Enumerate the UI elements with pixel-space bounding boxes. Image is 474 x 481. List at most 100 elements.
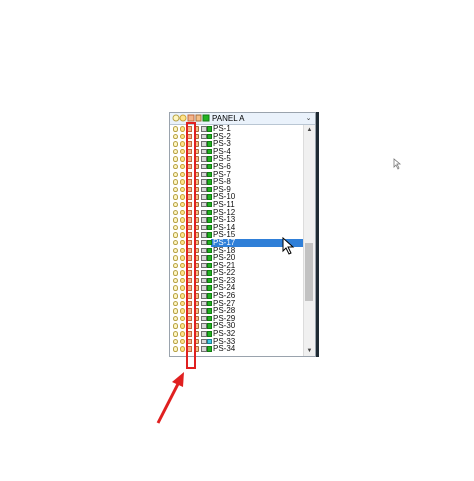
lightbulb-icon[interactable] (173, 293, 178, 299)
lightbulb-icon[interactable] (173, 331, 178, 337)
lightbulb-icon[interactable] (173, 270, 178, 276)
color-swatch-icon[interactable] (207, 163, 212, 170)
color-swatch-icon[interactable] (207, 262, 212, 269)
lightbulb-icon[interactable] (173, 156, 178, 162)
sun-icon[interactable] (180, 255, 185, 261)
color-swatch-icon[interactable] (207, 179, 212, 185)
sun-icon[interactable] (180, 209, 185, 216)
color-swatch-icon[interactable] (207, 239, 212, 246)
color-swatch-icon[interactable] (207, 171, 212, 178)
lightbulb-icon[interactable] (173, 300, 178, 307)
color-swatch-icon[interactable] (207, 331, 212, 337)
lightbulb-icon[interactable] (173, 179, 178, 185)
red-highlight-box (186, 122, 196, 369)
sun-icon[interactable] (180, 247, 185, 253)
color-swatch-icon[interactable] (207, 338, 212, 345)
lightbulb-icon[interactable] (173, 201, 178, 208)
lightbulb-icon[interactable] (173, 194, 178, 200)
lightbulb-icon[interactable] (173, 148, 178, 155)
sun-icon[interactable] (180, 171, 185, 178)
color-swatch-icon[interactable] (207, 232, 212, 238)
lightbulb-icon[interactable] (173, 323, 178, 329)
color-swatch-icon[interactable] (207, 270, 212, 276)
vertical-scrollbar[interactable]: ▲ ▼ (303, 125, 315, 356)
lightbulb-icon[interactable] (173, 232, 178, 238)
lightbulb-icon[interactable] (173, 163, 178, 170)
sun-icon[interactable] (180, 179, 185, 185)
color-swatch-icon[interactable] (207, 141, 212, 147)
sun-icon[interactable] (180, 262, 185, 269)
chevron-down-icon[interactable]: ⌄ (304, 114, 313, 123)
sun-icon[interactable] (180, 194, 185, 200)
color-swatch-icon[interactable] (207, 133, 212, 140)
color-swatch-icon[interactable] (207, 209, 212, 216)
lightbulb-icon[interactable] (173, 126, 178, 132)
sun-icon[interactable] (180, 133, 185, 140)
color-swatch-icon[interactable] (207, 346, 212, 352)
scroll-down-arrow-icon[interactable]: ▼ (305, 347, 314, 355)
lightbulb-icon[interactable] (173, 255, 178, 261)
scrollbar-thumb[interactable] (305, 243, 313, 301)
sun-icon[interactable] (180, 338, 185, 345)
sun-icon[interactable] (180, 148, 185, 155)
color-swatch-icon[interactable] (207, 126, 212, 132)
lightbulb-icon[interactable] (173, 262, 178, 269)
sun-icon[interactable] (180, 201, 185, 208)
lightbulb-icon[interactable] (173, 141, 178, 147)
sun-icon[interactable] (180, 224, 185, 231)
color-swatch-icon[interactable] (207, 285, 212, 291)
lightbulb-icon[interactable] (173, 186, 178, 193)
sun-icon[interactable] (180, 277, 185, 284)
sun-icon[interactable] (180, 270, 185, 276)
color-swatch-icon[interactable] (207, 293, 212, 299)
lightbulb-icon[interactable] (173, 247, 178, 253)
lightbulb-icon[interactable] (173, 224, 178, 231)
scroll-up-arrow-icon[interactable]: ▲ (305, 126, 314, 134)
lightbulb-icon[interactable] (173, 209, 178, 216)
color-swatch-icon[interactable] (207, 323, 212, 329)
sun-icon[interactable] (180, 315, 185, 322)
color-swatch-icon[interactable] (207, 300, 212, 307)
lightbulb-icon[interactable] (173, 133, 178, 140)
color-swatch-icon[interactable] (207, 255, 212, 261)
color-swatch-icon[interactable] (207, 148, 212, 155)
lightbulb-icon[interactable] (173, 239, 178, 246)
mouse-pointer-icon (282, 237, 295, 255)
lightbulb-icon[interactable] (173, 346, 178, 352)
sun-icon[interactable] (180, 141, 185, 147)
mouse-pointer-icon-secondary (393, 158, 402, 170)
lightbulb-icon[interactable] (173, 308, 178, 314)
lightbulb-icon[interactable] (173, 315, 178, 322)
lightbulb-icon[interactable] (173, 277, 178, 284)
sun-icon[interactable] (180, 308, 185, 314)
sun-icon[interactable] (180, 331, 185, 337)
red-arrow-icon (156, 372, 184, 424)
sun-icon[interactable] (180, 217, 185, 223)
color-swatch-icon[interactable] (207, 277, 212, 284)
color-swatch-icon[interactable] (207, 315, 212, 322)
lightbulb-icon[interactable] (173, 217, 178, 223)
sun-icon[interactable] (180, 126, 185, 132)
sun-icon[interactable] (180, 186, 185, 193)
sun-icon[interactable] (180, 239, 185, 246)
drawing-area-edge (316, 112, 319, 357)
lightbulb-icon[interactable] (173, 338, 178, 345)
color-swatch-icon[interactable] (207, 156, 212, 162)
sun-icon[interactable] (180, 300, 185, 307)
color-swatch-icon[interactable] (207, 186, 212, 193)
lightbulb-icon[interactable] (173, 171, 178, 178)
color-swatch-icon[interactable] (207, 224, 212, 231)
color-swatch-icon[interactable] (207, 194, 212, 200)
lightbulb-icon[interactable] (173, 285, 178, 291)
sun-icon[interactable] (180, 285, 185, 291)
sun-icon[interactable] (180, 232, 185, 238)
sun-icon[interactable] (180, 156, 185, 162)
sun-icon[interactable] (180, 323, 185, 329)
sun-icon[interactable] (180, 293, 185, 299)
color-swatch-icon[interactable] (207, 201, 212, 208)
color-swatch-icon[interactable] (207, 308, 212, 314)
sun-icon[interactable] (180, 163, 185, 170)
color-swatch-icon[interactable] (207, 247, 212, 253)
color-swatch-icon[interactable] (207, 217, 212, 223)
sun-icon[interactable] (180, 346, 185, 352)
